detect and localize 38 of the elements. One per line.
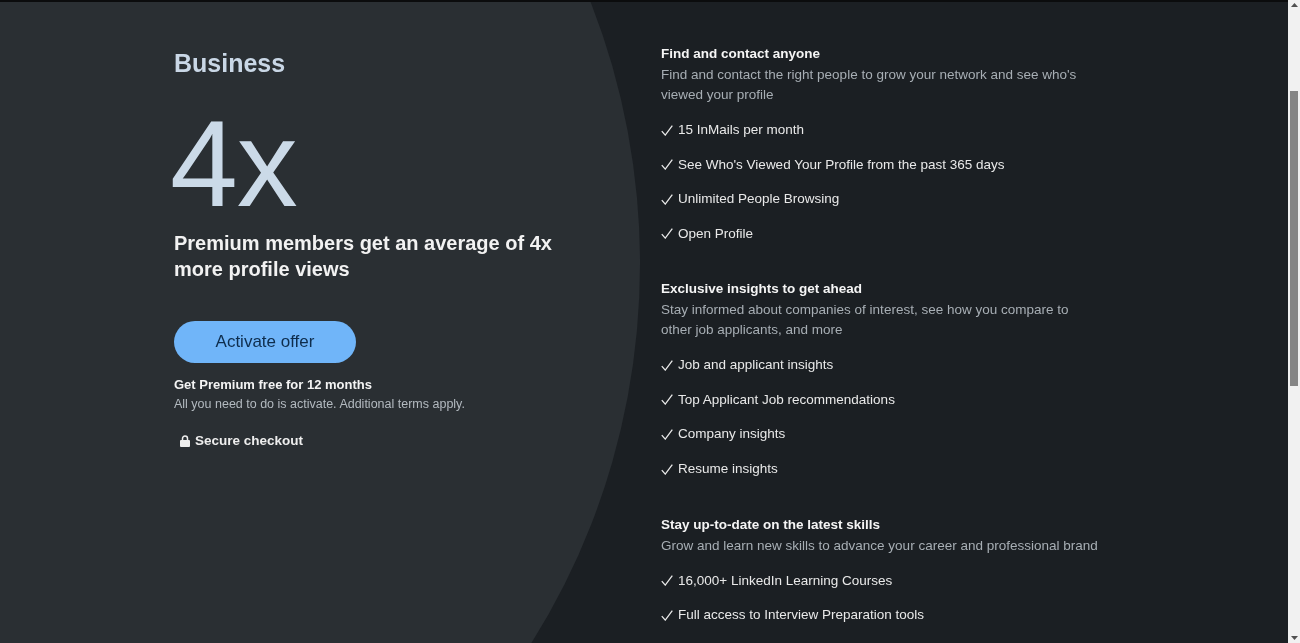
secure-checkout-label: Secure checkout	[195, 432, 304, 450]
feature-text: Job and applicant insights	[678, 356, 834, 375]
feature-text: Top Applicant Job recommendations	[678, 390, 895, 409]
stat-figure: 4x	[170, 103, 298, 225]
scrollbar[interactable]	[1288, 0, 1300, 643]
feature-text: 16,000+ LinkedIn Learning Courses	[678, 571, 893, 590]
feature-text: Resume insights	[678, 460, 778, 479]
feature-text: Unlimited People Browsing	[678, 190, 840, 209]
promo-title: Get Premium free for 12 months	[174, 376, 373, 394]
section-title: Exclusive insights to get ahead	[661, 280, 864, 299]
section-title: Stay up-to-date on the latest skills	[661, 515, 882, 534]
check-icon	[661, 359, 673, 371]
check-icon	[661, 159, 673, 171]
feature-text: 15 InMails per month	[678, 121, 805, 139]
scrollbar-thumb[interactable]	[1290, 91, 1298, 386]
plan-name: Business	[174, 48, 287, 79]
scroll-down-icon	[1290, 636, 1298, 640]
promo-note: All you need to do is activate. Additional terms apply.	[174, 396, 466, 413]
check-icon	[661, 428, 673, 440]
activate-offer-button[interactable]: Activate offer	[174, 321, 356, 363]
check-icon	[661, 463, 673, 475]
feature-text: See Who's Viewed Your Profile from the past 365 days	[678, 155, 1005, 174]
check-icon	[661, 228, 673, 240]
feature-text: Company insights	[678, 425, 786, 444]
section-description: Stay informed about companies of interest, see how you compare to other job applicants, and more	[661, 301, 1070, 340]
lock-icon	[180, 435, 190, 447]
check-icon	[661, 609, 673, 621]
scroll-up-icon	[1290, 3, 1298, 7]
section-description: Find and contact the right people to grow your network and see who's viewed your profile	[661, 66, 1078, 104]
section-title: Find and contact anyone	[661, 45, 821, 63]
feature-text: Full access to Interview Preparation tools	[678, 606, 925, 625]
feature-text: Open Profile	[678, 224, 754, 243]
section-description: Grow and learn new skills to advance your career and professional brand	[661, 536, 1099, 555]
check-icon	[661, 193, 673, 205]
headline: Premium members get an average of 4x more profile views	[174, 231, 553, 282]
check-icon	[661, 575, 673, 587]
check-icon	[661, 124, 673, 136]
check-icon	[661, 394, 673, 406]
